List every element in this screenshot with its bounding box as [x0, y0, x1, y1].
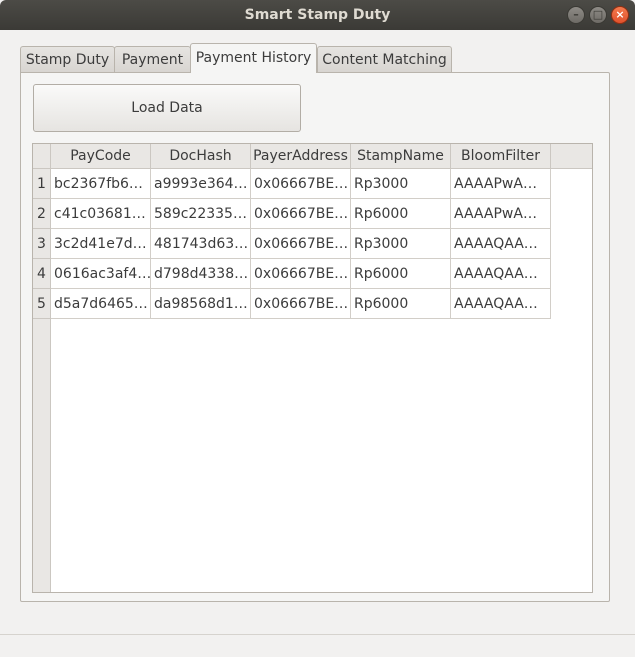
cell-bloomfilter[interactable]: AAAAQAA… — [451, 289, 551, 319]
column-header-payeraddress[interactable]: PayerAddress — [251, 144, 351, 168]
window-title: Smart Stamp Duty — [244, 7, 391, 23]
table-row[interactable]: 1 bc2367fb6… a9993e364… 0x06667BE… Rp300… — [33, 169, 551, 199]
cell-payeraddress[interactable]: 0x06667BE… — [251, 289, 351, 319]
table-row[interactable]: 2 c41c03681… 589c22335… 0x06667BE… Rp600… — [33, 199, 551, 229]
tab-payment-history[interactable]: Payment History — [190, 43, 317, 73]
cell-dochash[interactable]: d798d4338… — [151, 259, 251, 289]
cell-dochash[interactable]: da98568d1… — [151, 289, 251, 319]
maximize-button[interactable]: □ — [589, 6, 607, 24]
app-window: Smart Stamp Duty – □ × Stamp Duty Paymen… — [0, 0, 635, 657]
tab-stamp-duty[interactable]: Stamp Duty — [20, 46, 115, 72]
cell-payeraddress[interactable]: 0x06667BE… — [251, 169, 351, 199]
cell-bloomfilter[interactable]: AAAAQAA… — [451, 229, 551, 259]
minimize-button[interactable]: – — [567, 6, 585, 24]
row-number[interactable]: 4 — [33, 259, 51, 289]
cell-paycode[interactable]: bc2367fb6… — [51, 169, 151, 199]
cell-bloomfilter[interactable]: AAAAQAA… — [451, 259, 551, 289]
column-header-paycode[interactable]: PayCode — [51, 144, 151, 168]
cell-paycode[interactable]: c41c03681… — [51, 199, 151, 229]
cell-bloomfilter[interactable]: AAAAPwA… — [451, 199, 551, 229]
row-number[interactable]: 2 — [33, 199, 51, 229]
cell-dochash[interactable]: 481743d63… — [151, 229, 251, 259]
tab-content-matching[interactable]: Content Matching — [317, 46, 452, 72]
cell-stampname[interactable]: Rp6000 — [351, 259, 451, 289]
cell-stampname[interactable]: Rp3000 — [351, 229, 451, 259]
row-number[interactable]: 3 — [33, 229, 51, 259]
payment-history-table[interactable]: PayCode DocHash PayerAddress StampName B… — [32, 143, 593, 593]
cell-paycode[interactable]: d5a7d6465… — [51, 289, 151, 319]
cell-stampname[interactable]: Rp6000 — [351, 199, 451, 229]
cell-bloomfilter[interactable]: AAAAPwA… — [451, 169, 551, 199]
table-row[interactable]: 4 0616ac3af4… d798d4338… 0x06667BE… Rp60… — [33, 259, 551, 289]
row-number[interactable]: 1 — [33, 169, 51, 199]
tab-payment[interactable]: Payment — [114, 46, 191, 72]
cell-stampname[interactable]: Rp6000 — [351, 289, 451, 319]
column-header-dochash[interactable]: DocHash — [151, 144, 251, 168]
column-header-bloomfilter[interactable]: BloomFilter — [451, 144, 551, 168]
cell-payeraddress[interactable]: 0x06667BE… — [251, 229, 351, 259]
table-corner-button[interactable] — [33, 144, 51, 169]
cell-payeraddress[interactable]: 0x06667BE… — [251, 199, 351, 229]
cell-paycode[interactable]: 3c2d41e7d… — [51, 229, 151, 259]
load-data-button[interactable]: Load Data — [33, 84, 301, 132]
title-bar[interactable]: Smart Stamp Duty – □ × — [0, 0, 635, 30]
row-number[interactable]: 5 — [33, 289, 51, 319]
table-row[interactable]: 5 d5a7d6465… da98568d1… 0x06667BE… Rp600… — [33, 289, 551, 319]
cell-dochash[interactable]: a9993e364… — [151, 169, 251, 199]
cell-stampname[interactable]: Rp3000 — [351, 169, 451, 199]
close-button[interactable]: × — [611, 6, 629, 24]
table-row[interactable]: 3 3c2d41e7d… 481743d63… 0x06667BE… Rp300… — [33, 229, 551, 259]
status-bar — [0, 634, 635, 657]
cell-paycode[interactable]: 0616ac3af4… — [51, 259, 151, 289]
column-header-stampname[interactable]: StampName — [351, 144, 451, 168]
cell-payeraddress[interactable]: 0x06667BE… — [251, 259, 351, 289]
cell-dochash[interactable]: 589c22335… — [151, 199, 251, 229]
